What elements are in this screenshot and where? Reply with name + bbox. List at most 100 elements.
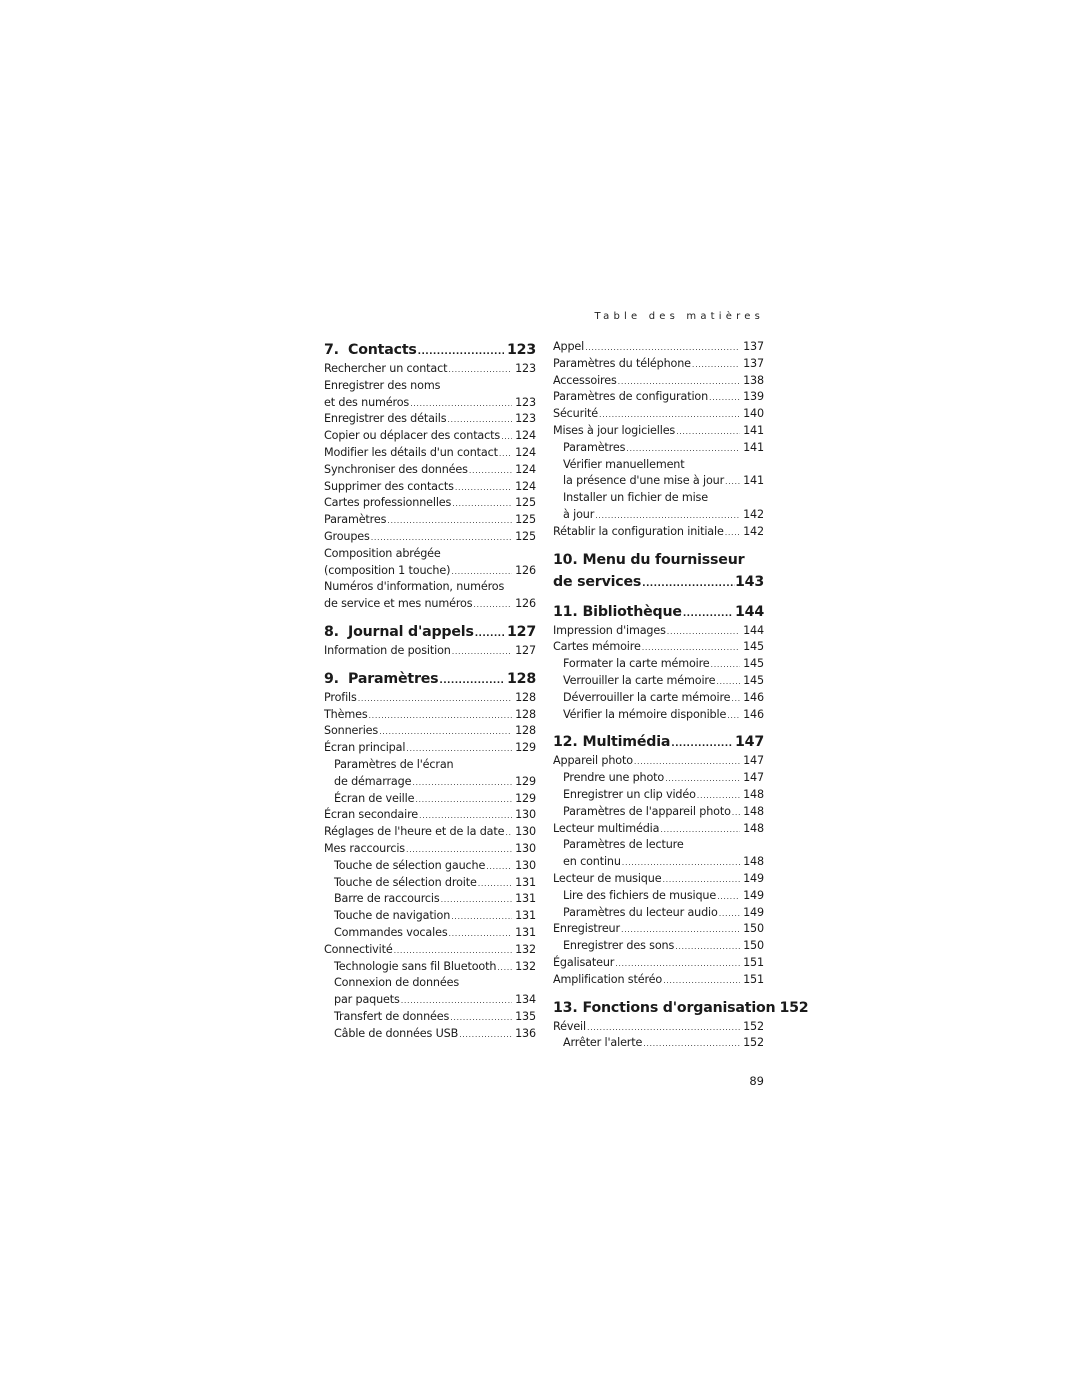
toc-subentry[interactable]: Paramètres de lecture [553, 837, 764, 854]
toc-entry[interactable]: Sécurité 140 [553, 406, 764, 423]
toc-entry[interactable]: Appareil photo 147 [553, 753, 764, 770]
toc-entry[interactable]: Enregistrer des détails 123 [324, 411, 536, 428]
toc-entry[interactable]: Mes raccourcis 130 [324, 841, 536, 858]
entry-page: 138 [743, 373, 764, 387]
toc-entry[interactable]: Appel 137 [553, 339, 764, 356]
toc-chapter-heading[interactable]: 8. Journal d'appels 127 [324, 621, 536, 643]
toc-entry[interactable]: Paramètres 125 [324, 512, 536, 529]
toc-entry[interactable]: Paramètres de configuration 139 [553, 389, 764, 406]
toc-entry[interactable]: Copier ou déplacer des contacts 124 [324, 428, 536, 445]
toc-entry[interactable]: Lecteur de musique 149 [553, 871, 764, 888]
toc-subentry[interactable]: Enregistrer des sons 150 [553, 938, 764, 955]
toc-subentry[interactable]: la présence d'une mise à jour 141 [553, 473, 764, 490]
entry-page: 124 [515, 429, 536, 443]
toc-entry[interactable]: Rechercher un contact 123 [324, 361, 536, 378]
toc-entry[interactable]: Rétablir la configuration initiale 142 [553, 524, 764, 541]
toc-entry[interactable]: Connectivité 132 [324, 942, 536, 959]
toc-subentry[interactable]: Paramètres 141 [553, 440, 764, 457]
toc-subentry[interactable]: Barre de raccourcis 131 [324, 891, 536, 908]
toc-entry[interactable]: Réglages de l'heure et de la date 130 [324, 824, 536, 841]
toc-entry[interactable]: Impression d'images 144 [553, 623, 764, 640]
toc-chapter-heading[interactable]: 11.Bibliothèque 144 [553, 601, 764, 623]
toc-entry[interactable]: (composition 1 touche) 126 [324, 563, 536, 580]
toc-chapter-heading-cont[interactable]: de services 143 [553, 571, 764, 593]
toc-subentry[interactable]: Déverrouiller la carte mémoire 146 [553, 690, 764, 707]
toc-subentry[interactable]: Touche de sélection gauche 130 [324, 858, 536, 875]
toc-subentry[interactable]: de démarrage 129 [324, 774, 536, 791]
toc-entry[interactable]: de service et mes numéros 126 [324, 596, 536, 613]
toc-entry[interactable]: Numéros d'information, numéros [324, 579, 536, 596]
toc-subentry[interactable]: Touche de sélection droite 131 [324, 875, 536, 892]
toc-subentry[interactable]: Paramètres du lecteur audio 149 [553, 905, 764, 922]
toc-subentry[interactable]: Transfert de données 135 [324, 1009, 536, 1026]
chapter-page: 123 [506, 342, 536, 358]
toc-chapter-heading[interactable]: 10. Menu du fournisseur [553, 549, 764, 571]
toc-subentry[interactable]: Lire des fichiers de musique 149 [553, 888, 764, 905]
toc-chapter-heading[interactable]: 7. Contacts 123 [324, 339, 536, 361]
toc-entry[interactable]: Groupes 125 [324, 529, 536, 546]
entry-title: Paramètres de configuration [553, 390, 709, 404]
toc-subentry[interactable]: Touche de navigation 131 [324, 908, 536, 925]
toc-chapter-heading[interactable]: 12.Multimédia 147 [553, 731, 764, 753]
toc-entry[interactable]: Composition abrégée [324, 546, 536, 563]
entry-page: 151 [743, 972, 764, 986]
dot-leader [621, 922, 740, 939]
toc-subentry[interactable]: Vérifier manuellement [553, 457, 764, 474]
toc-entry[interactable]: Information de position 127 [324, 643, 536, 660]
entry-page: 148 [743, 821, 764, 835]
entry-title: Barre de raccourcis [334, 892, 440, 906]
toc-subentry[interactable]: par paquets 134 [324, 992, 536, 1009]
entry-page: 142 [743, 524, 764, 538]
toc-entry[interactable]: Accessoires 138 [553, 373, 764, 390]
entry-page: 130 [515, 841, 536, 855]
toc-subentry[interactable]: Paramètres de l'écran [324, 757, 536, 774]
toc-entry[interactable]: Thèmes 128 [324, 707, 536, 724]
dot-leader [459, 1027, 512, 1044]
toc-subentry[interactable]: Prendre une photo 147 [553, 770, 764, 787]
toc-entry[interactable]: et des numéros 123 [324, 395, 536, 412]
toc-entry[interactable]: Lecteur multimédia 148 [553, 821, 764, 838]
toc-chapter-heading[interactable]: 13. Fonctions d'organisation 152 [553, 997, 809, 1019]
toc-subentry[interactable]: Câble de données USB 136 [324, 1026, 536, 1043]
toc-subentry[interactable]: Installer un fichier de mise [553, 490, 764, 507]
toc-entry[interactable]: Écran secondaire 130 [324, 807, 536, 824]
toc-entry[interactable]: Supprimer des contacts 124 [324, 479, 536, 496]
toc-entry[interactable]: Égalisateur 151 [553, 955, 764, 972]
toc-entry[interactable]: Amplification stéréo 151 [553, 972, 764, 989]
entry-title: Vérifier manuellement [563, 457, 685, 471]
toc-subentry[interactable]: Commandes vocales 131 [324, 925, 536, 942]
toc-subentry[interactable]: à jour 142 [553, 507, 764, 524]
entry-title: Cartes professionnelles [324, 496, 452, 510]
toc-entry[interactable]: Enregistrer des noms [324, 378, 536, 395]
toc-entry[interactable]: Synchroniser des données 124 [324, 462, 536, 479]
toc-subentry[interactable]: Technologie sans fil Bluetooth 132 [324, 959, 536, 976]
toc-entry[interactable]: Mises à jour logicielles 141 [553, 423, 764, 440]
toc-subentry[interactable]: Enregistrer un clip vidéo 148 [553, 787, 764, 804]
toc-entry[interactable]: Enregistreur 150 [553, 921, 764, 938]
toc-entry[interactable]: Écran principal 129 [324, 740, 536, 757]
dot-leader [475, 623, 504, 645]
toc-entry[interactable]: Réveil 152 [553, 1019, 764, 1036]
entry-page: 146 [743, 690, 764, 704]
toc-subentry[interactable]: Verrouiller la carte mémoire 145 [553, 673, 764, 690]
entry-page: 124 [515, 462, 536, 476]
entry-title: Touche de sélection gauche [334, 858, 486, 872]
toc-entry[interactable]: Paramètres du téléphone 137 [553, 356, 764, 373]
toc-subentry[interactable]: Vérifier la mémoire disponible 146 [553, 707, 764, 724]
toc-entry[interactable]: Modifier les détails d'un contact 124 [324, 445, 536, 462]
toc-entry[interactable]: Profils 128 [324, 690, 536, 707]
toc-subentry[interactable]: Formater la carte mémoire 145 [553, 656, 764, 673]
toc-entry[interactable]: Cartes professionnelles 125 [324, 495, 536, 512]
dot-leader [727, 708, 740, 725]
toc-entry[interactable]: Cartes mémoire 145 [553, 639, 764, 656]
toc-chapter-heading[interactable]: 9. Paramètres 128 [324, 668, 536, 690]
entry-title: Formater la carte mémoire [563, 657, 710, 671]
toc-subentry[interactable]: Écran de veille 129 [324, 791, 536, 808]
toc-entry[interactable]: Sonneries 128 [324, 723, 536, 740]
toc-subentry[interactable]: Connexion de données [324, 975, 536, 992]
toc-subentry[interactable]: Arrêter l'alerte 152 [553, 1035, 764, 1052]
toc-subentry[interactable]: en continu 148 [553, 854, 764, 871]
entry-page: 148 [743, 804, 764, 818]
toc-subentry[interactable]: Paramètres de l'appareil photo 148 [553, 804, 764, 821]
entry-title: Copier ou déplacer des contacts [324, 429, 501, 443]
